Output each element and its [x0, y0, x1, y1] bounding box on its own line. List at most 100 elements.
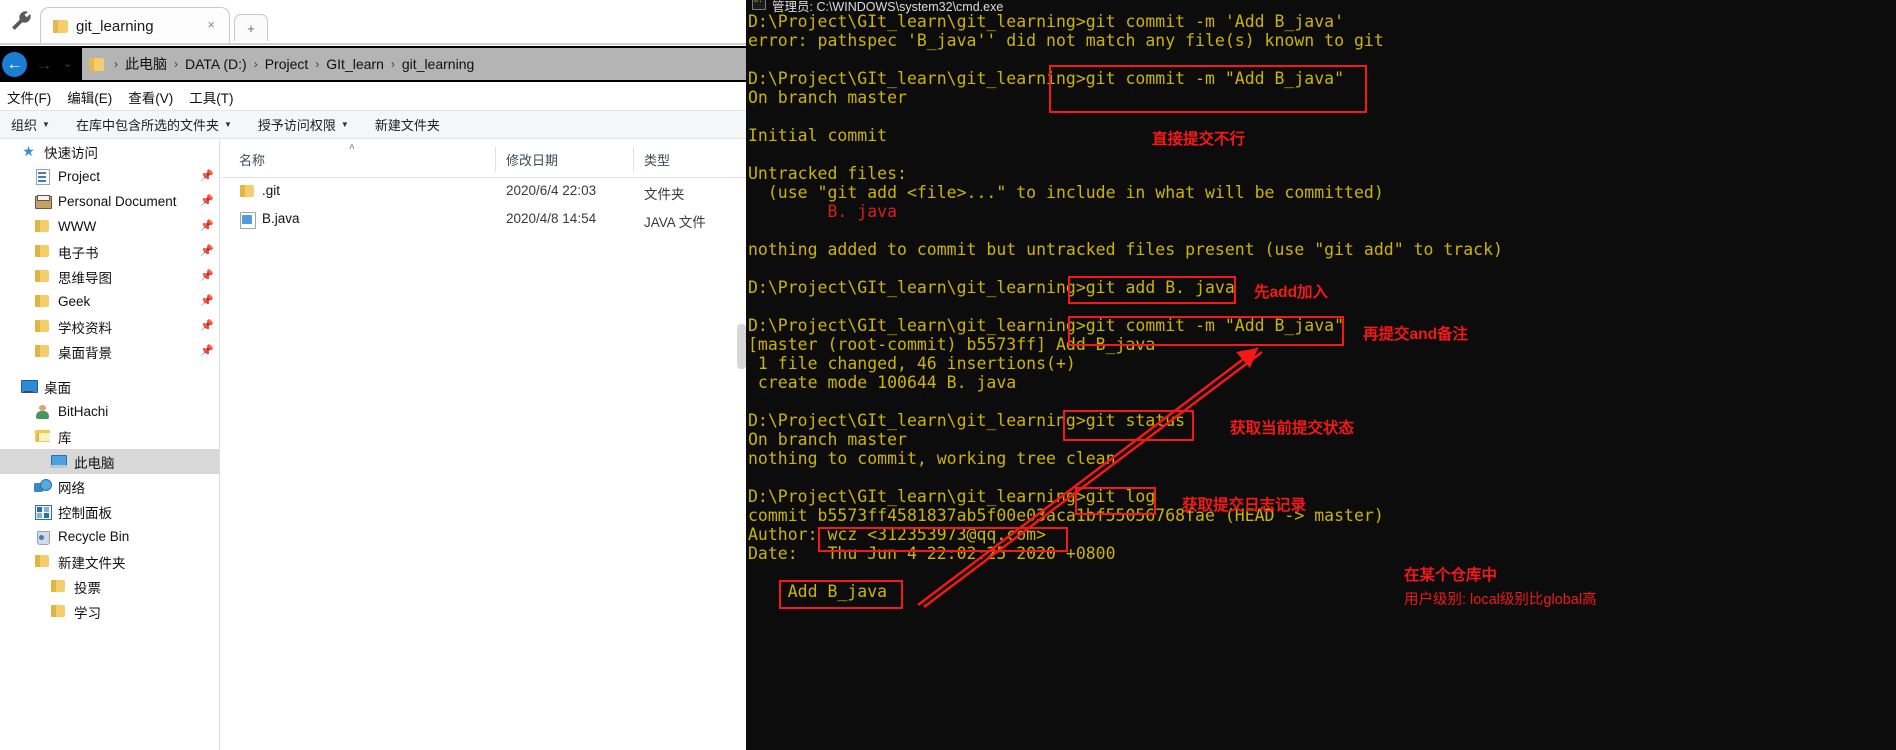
sidebar-item-label: BitHachi: [58, 404, 109, 419]
pin-icon[interactable]: 📌: [200, 171, 214, 182]
sidebar-item-label: WWW: [58, 219, 97, 234]
sidebar-item-5[interactable]: 思维导图 📌: [0, 264, 219, 289]
column-header-type[interactable]: 类型: [644, 150, 670, 169]
folder-icon: [53, 19, 68, 33]
menu-tools[interactable]: 工具(T): [189, 87, 233, 107]
terminal-line: D:\Project\GIt_learn\git_learning>git co…: [748, 69, 1345, 88]
sidebar-item-4[interactable]: 电子书 📌: [0, 239, 219, 264]
sidebar-item-12[interactable]: 此电脑: [0, 449, 219, 474]
explorer-tab[interactable]: git_learning ×: [40, 7, 230, 44]
terminal-line: D:\Project\GIt_learn\git_learning>git lo…: [748, 487, 1156, 506]
sidebar-item-label: 投票: [74, 580, 101, 596]
sidebar-item-8[interactable]: 桌面背景 📌: [0, 339, 219, 364]
pin-icon[interactable]: 📌: [200, 246, 214, 257]
breadcrumb-item-3[interactable]: GIt_learn: [326, 56, 384, 72]
chevron-down-icon[interactable]: ⌄: [63, 57, 72, 70]
terminal-line: Untracked files:: [748, 164, 907, 183]
sidebar-item-16[interactable]: 新建文件夹: [0, 549, 219, 574]
terminal-line: nothing to commit, working tree clean: [748, 449, 1116, 468]
terminal-output[interactable]: D:\Project\GIt_learn\git_learning>git co…: [746, 12, 1896, 750]
sidebar-item-6[interactable]: Geek 📌: [0, 289, 219, 314]
sidebar-item-label: Project: [58, 169, 101, 184]
pin-icon[interactable]: 📌: [200, 346, 214, 357]
file-name-cell: B.java: [262, 211, 300, 226]
pin-icon[interactable]: 📌: [200, 196, 214, 207]
sidebar-item-label: Personal Document: [58, 194, 177, 209]
sidebar-item-7[interactable]: 学校资料 📌: [0, 314, 219, 339]
grant-access-label: 授予访问权限: [257, 118, 336, 133]
sidebar-item-10[interactable]: BitHachi: [0, 399, 219, 424]
pin-icon[interactable]: 📌: [200, 221, 214, 232]
menu-view[interactable]: 查看(V): [128, 87, 173, 107]
tab-strip: git_learning × +: [0, 0, 746, 45]
breadcrumb-item-4[interactable]: git_learning: [402, 56, 474, 72]
file-modified-cell: 2020/6/4 22:03: [506, 183, 597, 198]
breadcrumb[interactable]: › 此电脑 › DATA (D:) › Project › GIt_learn …: [82, 48, 746, 80]
terminal-line: commit b5573ff4581837ab5f00e03aca1bf5505…: [748, 506, 1384, 525]
include-in-library-button[interactable]: 在库中包含所选的文件夹 ▼: [76, 115, 232, 134]
folder-icon: [239, 184, 256, 199]
menu-file[interactable]: 文件(F): [7, 87, 51, 107]
table-row[interactable]: .git 2020/6/4 22:03 文件夹: [221, 178, 746, 206]
scrollbar-thumb[interactable]: [737, 324, 746, 369]
sidebar-item-14[interactable]: 控制面板: [0, 499, 219, 524]
column-header-name[interactable]: 名称: [239, 150, 265, 169]
forward-icon[interactable]: →: [32, 52, 56, 77]
breadcrumb-item-1[interactable]: DATA (D:): [185, 56, 247, 72]
sidebar-item-0[interactable]: ★ 快速访问: [0, 139, 219, 164]
sidebar-item-9[interactable]: 桌面: [0, 374, 219, 399]
terminal-line: Add B_java: [748, 582, 888, 601]
terminal-line: D:\Project\GIt_learn\git_learning>git st…: [748, 411, 1186, 430]
sidebar-item-15[interactable]: Recycle Bin: [0, 524, 219, 549]
grant-access-button[interactable]: 授予访问权限 ▼: [258, 115, 349, 134]
pin-icon[interactable]: 📌: [200, 321, 214, 332]
menu-edit[interactable]: 编辑(E): [67, 87, 112, 107]
back-icon[interactable]: ←: [2, 52, 27, 77]
cmd-title-bar[interactable]: 管理员: C:\WINDOWS\system32\cmd.exe: [746, 0, 1896, 14]
organize-label: 组织: [11, 118, 38, 133]
sort-ascending-icon[interactable]: ˄: [349, 142, 355, 153]
sidebar-item-3[interactable]: WWW 📌: [0, 214, 219, 239]
star-icon: ★: [22, 143, 35, 159]
organize-button[interactable]: 组织 ▼: [11, 115, 50, 134]
document-icon: [34, 169, 51, 185]
column-header-modified[interactable]: 修改日期: [506, 150, 558, 169]
sidebar-item-1[interactable]: Project 📌: [0, 164, 219, 189]
console-icon: [752, 0, 766, 10]
folder-icon: [34, 219, 51, 234]
folder-icon: [89, 57, 104, 71]
library-icon: [34, 429, 51, 444]
column-divider[interactable]: [633, 147, 634, 172]
navigation-sidebar[interactable]: ★ 快速访问 Project 📌 Personal Document 📌 WWW 📌 电子书 📌 思…: [0, 139, 220, 750]
column-divider[interactable]: [495, 147, 496, 172]
sidebar-item-2[interactable]: Personal Document 📌: [0, 189, 219, 214]
sidebar-item-13[interactable]: 网络: [0, 474, 219, 499]
breadcrumb-item-2[interactable]: Project: [265, 56, 309, 72]
terminal-line: D:\Project\GIt_learn\git_learning>git ad…: [748, 278, 1235, 297]
network-icon: [34, 479, 52, 494]
folder-icon: [34, 294, 51, 309]
table-row[interactable]: B.java 2020/4/8 14:54 JAVA 文件: [221, 206, 746, 234]
wrench-icon[interactable]: [6, 6, 36, 36]
new-tab-button[interactable]: +: [234, 14, 268, 41]
pin-icon[interactable]: 📌: [200, 271, 214, 282]
pin-icon[interactable]: 📌: [200, 296, 214, 307]
terminal-line: [master (root-commit) b5573ff] Add B_jav…: [748, 335, 1156, 354]
new-folder-button[interactable]: 新建文件夹: [375, 115, 440, 134]
scanner-icon: [34, 194, 52, 209]
terminal-line: nothing added to commit but untracked fi…: [748, 240, 1503, 259]
sidebar-item-17[interactable]: 投票: [0, 574, 219, 599]
close-icon[interactable]: ×: [207, 17, 215, 32]
file-type-cell: 文件夹: [644, 187, 685, 202]
sidebar-item-11[interactable]: 库: [0, 424, 219, 449]
sidebar-item-label: 控制面板: [58, 505, 112, 521]
sidebar-item-18[interactable]: 学习: [0, 599, 219, 624]
breadcrumb-separator: ›: [253, 57, 258, 71]
folder-icon: [34, 244, 51, 259]
breadcrumb-item-0[interactable]: 此电脑: [125, 54, 167, 74]
folder-icon: [34, 319, 51, 334]
terminal-line: D:\Project\GIt_learn\git_learning>git co…: [748, 316, 1345, 335]
